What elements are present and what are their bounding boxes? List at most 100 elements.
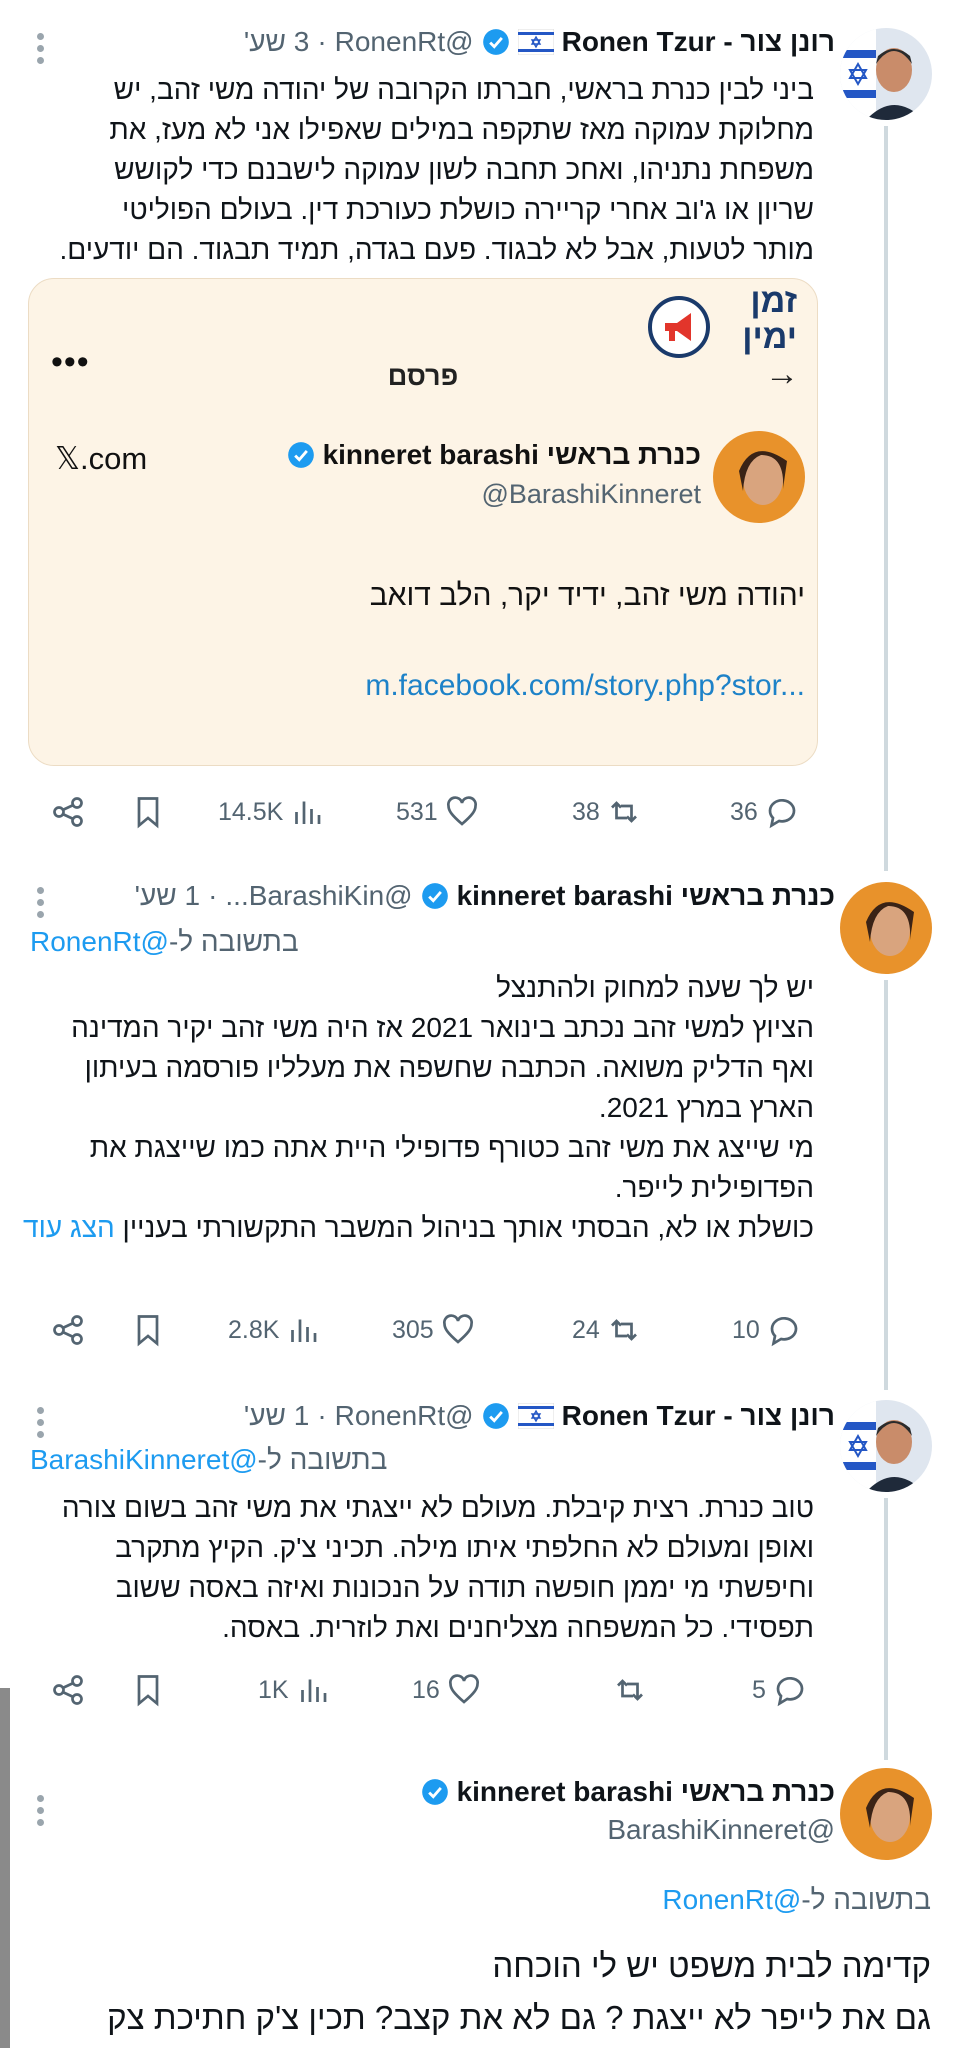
- reply-count: 36: [730, 797, 758, 826]
- separator-dot: ·: [317, 1400, 327, 1431]
- replying-to: בתשובה ל-@BarashiKinneret: [30, 1444, 387, 1476]
- tweet-text: ביני לבין כנרת בראשי, חברתו הקרובה של יה…: [24, 70, 814, 270]
- repost-count: 38: [572, 797, 600, 826]
- arrow-right-icon[interactable]: →: [765, 355, 799, 394]
- card-author-handle: @BarashiKinneret: [481, 479, 701, 509]
- share-button[interactable]: [50, 794, 86, 830]
- tweet-header: רונן צור - Ronen Tzur @RonenRt · 1 שע': [244, 1400, 835, 1432]
- text-line: ואופן ומעולם לא החלפתי איתו מילה. תכיני …: [115, 1532, 814, 1563]
- card-link[interactable]: m.facebook.com/story.php?stor...: [365, 669, 805, 703]
- reply-to-handle[interactable]: @BarashiKinneret: [30, 1444, 258, 1475]
- like-button[interactable]: 305: [392, 1312, 476, 1348]
- card-body-text: יהודה משי זהב, ידיד יקר, הלב דואב: [369, 579, 805, 612]
- more-options-icon[interactable]: [34, 28, 46, 69]
- text-line: מי שייצג את משי זהב כטורף פדופילי היית א…: [89, 1132, 814, 1163]
- author-name[interactable]: כנרת בראשי kinneret barashi: [457, 880, 835, 912]
- replying-to: בתשובה ל-@RonenRt: [662, 1884, 931, 1916]
- author-handle[interactable]: @RonenRt: [335, 26, 474, 58]
- bookmark-icon: [137, 1315, 159, 1347]
- views-count: 2.8K: [228, 1315, 280, 1344]
- card-title: פרסם: [387, 361, 459, 391]
- link-preview-card[interactable]: זמן ימין ••• פרסם → 𝕏.com כנרת בראשי kin…: [28, 278, 818, 766]
- bookmark-icon: [137, 797, 159, 829]
- more-options-icon[interactable]: [34, 1790, 46, 1831]
- reply-button[interactable]: 36: [730, 794, 800, 830]
- reply-to-handle[interactable]: @RonenRt: [662, 1884, 801, 1915]
- bookmark-button[interactable]: [130, 1312, 166, 1348]
- thread-line: [884, 126, 888, 871]
- repost-count: 24: [572, 1315, 600, 1344]
- timestamp[interactable]: 3 שע': [244, 26, 309, 58]
- more-options-icon[interactable]: [34, 1402, 46, 1443]
- repost-icon: [610, 1319, 637, 1341]
- share-button[interactable]: [50, 1672, 86, 1708]
- author-handle-line: @BarashiKinneret: [607, 1814, 835, 1846]
- reply-button[interactable]: 5: [752, 1672, 808, 1708]
- author-handle[interactable]: @BarashiKinneret: [607, 1814, 835, 1845]
- bookmark-button[interactable]: [130, 794, 166, 830]
- views-count: 1K: [258, 1675, 289, 1704]
- like-button[interactable]: 531: [396, 794, 480, 830]
- author-name[interactable]: רונן צור - Ronen Tzur: [562, 26, 835, 58]
- views-chart-icon: [295, 801, 321, 824]
- views-button[interactable]: 1K: [258, 1672, 331, 1708]
- reply-to-label: בתשובה ל-: [257, 1444, 388, 1475]
- views-count: 14.5K: [218, 797, 284, 826]
- tweet-text: יש לך שעה למחוק ולהתנצל הציוץ למשי זהב נ…: [4, 968, 814, 1248]
- israel-flag-icon: [517, 28, 555, 56]
- reply-count: 10: [732, 1315, 760, 1344]
- text-line: הציוץ למשי זהב נכתב בינואר 2021 אז היה מ…: [71, 1012, 814, 1043]
- tweet-header: כנרת בראשי kinneret barashi: [421, 1776, 835, 1808]
- avatar[interactable]: [840, 28, 932, 120]
- timestamp[interactable]: 1 שע': [135, 880, 200, 912]
- card-author-name: כנרת בראשי kinneret barashi: [287, 439, 701, 471]
- logo-text: זמן ימין: [742, 282, 797, 356]
- like-count: 305: [392, 1315, 434, 1344]
- avatar[interactable]: [840, 1768, 932, 1860]
- bookmark-icon: [137, 1675, 159, 1707]
- reply-bubble-icon: [768, 799, 796, 829]
- reply-button[interactable]: 10: [732, 1312, 802, 1348]
- author-name[interactable]: רונן צור - Ronen Tzur: [562, 1400, 835, 1432]
- megaphone-clock-icon: [648, 296, 710, 358]
- more-options-icon[interactable]: [34, 882, 46, 923]
- reply-bubble-icon: [770, 1317, 798, 1347]
- show-more-link[interactable]: הצג עוד: [23, 1212, 115, 1243]
- repost-button[interactable]: [606, 1672, 648, 1708]
- verified-badge-icon: [421, 882, 449, 910]
- text-line: שריון או ג'וב אחרי קריירה כושלת כעורכת ד…: [122, 194, 814, 225]
- separator-dot: ·: [317, 26, 327, 57]
- like-button[interactable]: 16: [412, 1672, 482, 1708]
- views-button[interactable]: 2.8K: [228, 1312, 321, 1348]
- tweet-actions: 14.5K 531 38 36: [40, 794, 811, 834]
- author-handle[interactable]: @RonenRt: [335, 1400, 474, 1432]
- timestamp[interactable]: 1 שע': [244, 1400, 309, 1432]
- text-line: וחיפשתי מי יממן חופשה תודה על הנכונות וא…: [115, 1572, 814, 1603]
- share-icon: [53, 1315, 83, 1345]
- heart-icon: [446, 796, 477, 826]
- thread-line: [884, 980, 888, 1390]
- reply-to-handle[interactable]: @RonenRt: [30, 926, 169, 957]
- separator-dot: ·: [208, 880, 218, 911]
- text-line: יש לך שעה למחוק ולהתנצל: [496, 972, 814, 1003]
- text-line: ואף הדליק משואה. הכתבה שחשפה את מעלליו פ…: [84, 1052, 814, 1083]
- text-line: קדימה לבית משפט יש לי הוכחה: [492, 1947, 931, 1984]
- text-line: מחלוקת עמוקה מאז שתקפה במילים שאפילו אני…: [109, 114, 814, 145]
- heart-icon: [448, 1674, 479, 1704]
- bookmark-button[interactable]: [130, 1672, 166, 1708]
- share-button[interactable]: [50, 1312, 86, 1348]
- author-handle[interactable]: @BarashiKin...: [225, 880, 412, 912]
- repost-button[interactable]: 38: [572, 794, 642, 830]
- avatar[interactable]: [840, 1400, 932, 1492]
- views-chart-icon: [291, 1319, 317, 1342]
- repost-button[interactable]: 24: [572, 1312, 642, 1348]
- avatar[interactable]: [840, 882, 932, 974]
- author-name[interactable]: כנרת בראשי kinneret barashi: [457, 1776, 835, 1808]
- text-line: טוב כנרת. רצית קיבלת. מעולם לא ייצגתי את…: [61, 1492, 814, 1523]
- thread-line: [884, 1498, 888, 1760]
- views-button[interactable]: 14.5K: [218, 794, 325, 830]
- reply-count: 5: [752, 1675, 766, 1704]
- x-domain-label: 𝕏.com: [55, 441, 148, 476]
- text-line: הארץ במרץ 2021.: [598, 1092, 814, 1123]
- text-line: ביני לבין כנרת בראשי, חברתו הקרובה של יה…: [113, 74, 814, 105]
